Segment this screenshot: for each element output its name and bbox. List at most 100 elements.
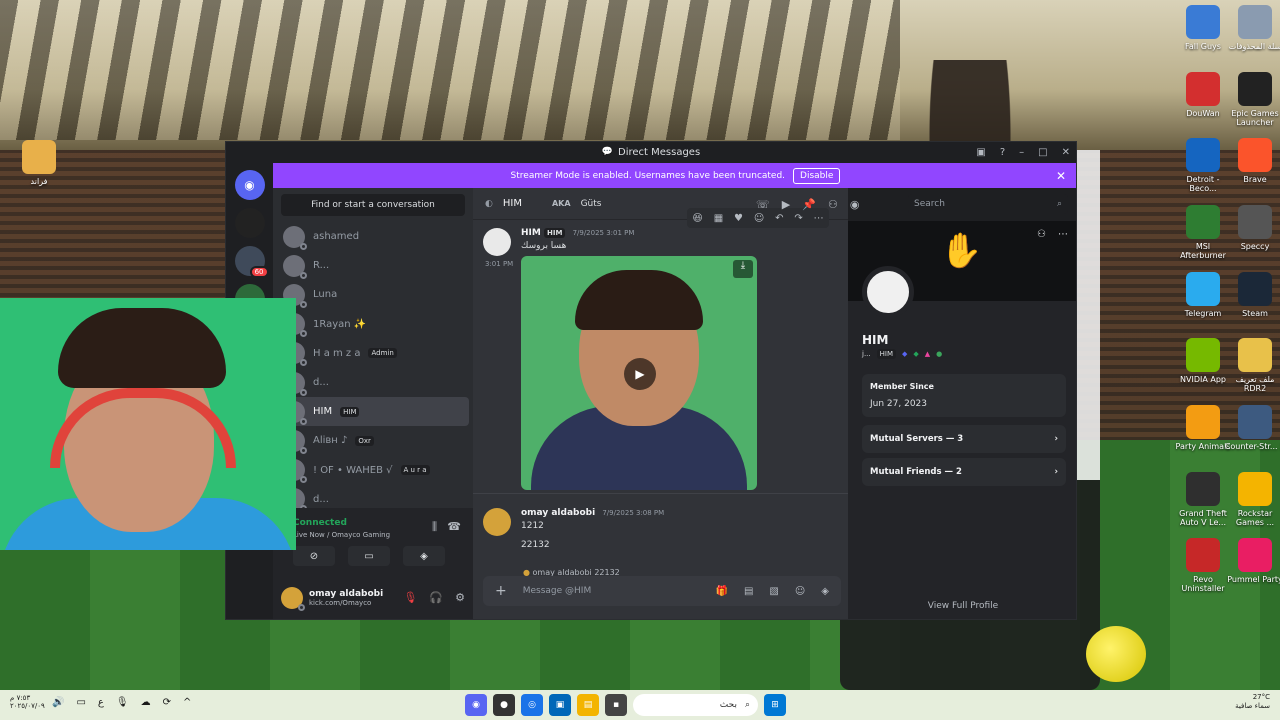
server-icon[interactable]: 60 <box>234 246 269 278</box>
close-button[interactable]: ✕ <box>1062 147 1070 158</box>
app-taskbar-icon[interactable]: ▪ <box>605 694 627 716</box>
desktop-icon[interactable]: Counter-Str... 2 <box>1224 405 1280 451</box>
soundboard-button[interactable] <box>458 546 468 566</box>
camera-button[interactable]: ⊘ <box>293 546 335 566</box>
video-call-icon[interactable]: ▶ <box>782 198 790 211</box>
desktop-icon[interactable]: سلة المحذوفات <box>1224 5 1280 51</box>
desktop-icon-label: Pummel Party <box>1227 575 1280 584</box>
network-icon[interactable]: ▭ <box>76 697 85 708</box>
disable-button[interactable]: Disable <box>793 167 841 184</box>
sticker-icon[interactable]: ▧ <box>769 586 778 597</box>
chat-header-name: HIM <box>502 198 522 209</box>
app-icon <box>1238 472 1272 506</box>
user-name: omay aldabobi <box>309 588 384 599</box>
desktop-icon[interactable]: Speccy <box>1224 205 1280 251</box>
explorer-taskbar-icon[interactable]: ▤ <box>577 694 599 716</box>
avatar[interactable] <box>483 508 511 536</box>
help-icon[interactable]: ? <box>1000 147 1005 158</box>
dm-list-item[interactable]: 1Rayan ✨ <box>273 310 473 339</box>
emoji-icon[interactable]: ☺ <box>795 586 805 597</box>
play-icon[interactable]: ▶ <box>624 358 656 390</box>
gif-icon[interactable]: ▤ <box>744 586 753 597</box>
dm-name: ! OF • WAHEB √ <box>313 464 393 476</box>
screen-share-button[interactable]: ▭ <box>348 546 390 566</box>
download-icon[interactable]: ⤓ <box>733 260 753 278</box>
sync-icon[interactable]: ⟳ <box>163 697 171 708</box>
close-icon[interactable]: ✕ <box>1056 169 1066 183</box>
inbox-icon[interactable]: ▣ <box>976 147 985 158</box>
search-input[interactable]: Search ⌕ <box>908 194 1068 214</box>
chat-area: ◐ HIM AKA Güts HIM HIM 7/9/2025 3:01 PM … <box>473 188 848 619</box>
mute-mic-icon[interactable]: 🎙 <box>403 591 417 604</box>
taskbar-search[interactable]: بحث ⌕ <box>633 694 758 716</box>
avatar[interactable] <box>483 228 511 256</box>
weather-temp: 27°C <box>1252 693 1270 701</box>
activity-button[interactable]: ◈ <box>403 546 445 566</box>
apps-icon[interactable]: ◈ <box>821 586 829 597</box>
desktop-icon[interactable]: Epic Games Launcher <box>1224 72 1280 127</box>
view-full-profile-link[interactable]: View Full Profile <box>848 601 1076 611</box>
dm-name: H a m z a <box>313 347 361 359</box>
desktop-icon[interactable]: فراند <box>8 140 70 186</box>
gift-icon[interactable]: 🎁 <box>716 586 728 597</box>
dm-list-item[interactable]: Luna <box>273 280 473 309</box>
app-taskbar-icon[interactable]: ● <box>493 694 515 716</box>
heart-icon[interactable]: ♥ <box>734 213 743 224</box>
dm-name: d... <box>313 493 329 505</box>
voice-call-icon[interactable]: ☏ <box>756 198 770 211</box>
dm-list-item[interactable]: Aliвн ♪ Oxr <box>273 426 473 455</box>
video-attachment[interactable]: ▶ ⤓ <box>521 256 757 490</box>
desktop-icon[interactable]: ملف تعريف RDR2 <box>1224 338 1280 393</box>
profile-avatar[interactable] <box>862 266 914 318</box>
add-friend-icon[interactable]: ⚇ <box>828 198 838 211</box>
server-icon[interactable] <box>234 208 265 238</box>
dm-list-item[interactable]: d... <box>273 368 473 397</box>
more-icon[interactable]: ⋯ <box>1058 229 1068 240</box>
message-input[interactable]: Message @HIM <box>523 586 700 596</box>
maximize-button[interactable]: □ <box>1038 147 1047 158</box>
minimize-button[interactable]: – <box>1019 147 1024 158</box>
app-icon <box>1186 205 1220 239</box>
dm-list-item[interactable]: ashamed <box>273 222 473 251</box>
app-icon <box>1238 72 1272 106</box>
chevron-up-icon[interactable]: ^ <box>183 697 191 708</box>
profile-tags: j... HIM ◆ ◆ ▲ ● <box>862 349 942 359</box>
unread-badge: 60 <box>249 266 269 278</box>
app-icon <box>1186 138 1220 172</box>
emoji-laugh-icon[interactable]: 😆 <box>692 213 702 224</box>
profile-toggle-icon[interactable]: ◉ <box>850 198 860 211</box>
home-button[interactable]: ◉ <box>234 170 265 200</box>
volume-icon[interactable]: 🔊 <box>52 697 64 708</box>
mutual-servers-row[interactable]: Mutual Servers — 3 › <box>862 425 1066 453</box>
pin-icon[interactable]: 📌 <box>802 198 816 211</box>
microphone-icon[interactable]: 🎙 <box>116 697 129 708</box>
find-conversation-button[interactable]: Find or start a conversation <box>281 194 465 216</box>
disconnect-icon[interactable]: ☎ <box>447 520 461 533</box>
weather-widget[interactable]: 27°C سماء صافية <box>1235 693 1270 711</box>
language-icon[interactable]: ع <box>98 697 104 708</box>
profile-handle: j... <box>862 350 871 358</box>
desktop-icon[interactable]: Pummel Party <box>1224 538 1280 584</box>
chrome-taskbar-icon[interactable]: ◎ <box>521 694 543 716</box>
settings-gear-icon[interactable]: ⚙ <box>455 591 465 604</box>
emoji-reaction-icon[interactable]: ▦ <box>714 213 723 224</box>
add-attachment-icon[interactable]: + <box>495 583 507 599</box>
voice-activity-icon[interactable]: ⫼ <box>432 520 437 534</box>
dm-list-item[interactable]: R... <box>273 251 473 280</box>
desktop-icon[interactable]: Steam <box>1224 272 1280 318</box>
dm-list-item[interactable]: HIM HIM <box>277 397 469 427</box>
streamer-mode-banner: Streamer Mode is enabled. Usernames have… <box>273 163 1076 188</box>
discord-taskbar-icon[interactable]: ◉ <box>465 694 487 716</box>
desktop-icon[interactable]: Brave <box>1224 138 1280 184</box>
add-friend-icon[interactable]: ⚇ <box>1037 229 1046 240</box>
mutual-friends-row[interactable]: Mutual Friends — 2 › <box>862 458 1066 486</box>
onedrive-icon[interactable]: ☁ <box>141 697 151 708</box>
windows-start-icon[interactable]: ⊞ <box>764 694 786 716</box>
deafen-icon[interactable]: 🎧 <box>429 591 443 604</box>
avatar[interactable] <box>281 586 305 611</box>
store-taskbar-icon[interactable]: ▣ <box>549 694 571 716</box>
desktop-icon[interactable]: Rockstar Games ... <box>1224 472 1280 527</box>
dm-list-item[interactable]: H a m z a Admin <box>273 339 473 368</box>
dm-list-item[interactable]: ! OF • WAHEB √ A u r a <box>273 456 473 485</box>
clock[interactable]: ٧:٥٣ م ٢٠٢٥/٠٧/٠٩ <box>10 694 45 711</box>
